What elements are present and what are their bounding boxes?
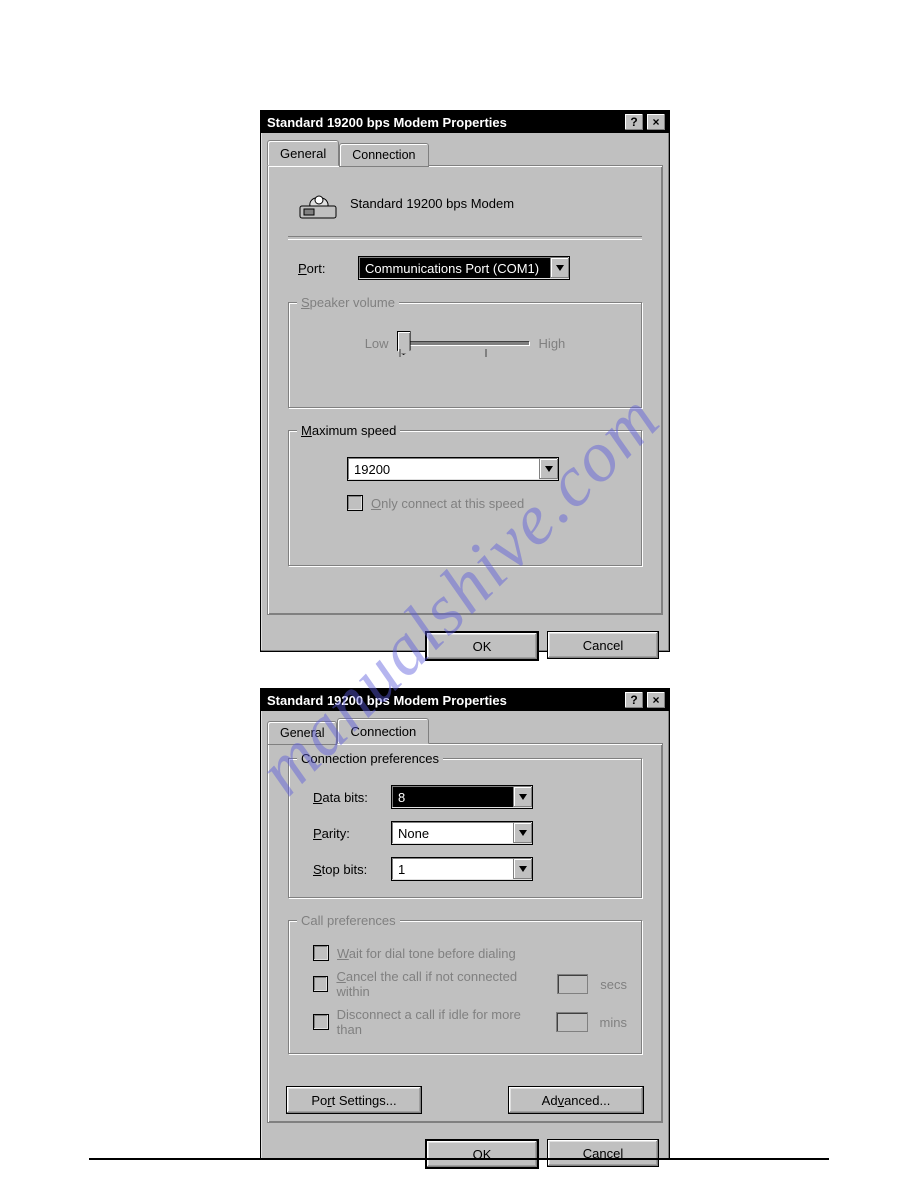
connection-preferences-legend: Connection preferences <box>297 751 443 766</box>
stop-bits-label: Stop bits: <box>313 862 383 877</box>
modem-properties-dialog-general: Standard 19200 bps Modem Properties ? × … <box>260 110 670 652</box>
data-bits-select[interactable]: 8 <box>391 785 533 809</box>
dropdown-button[interactable] <box>550 258 569 278</box>
port-select[interactable]: Communications Port (COM1) <box>358 256 570 280</box>
parity-select[interactable]: None <box>391 821 533 845</box>
slider-tick <box>399 349 401 357</box>
dropdown-button[interactable] <box>539 459 558 479</box>
tab-connection[interactable]: Connection <box>337 718 429 744</box>
dropdown-button[interactable] <box>513 823 532 843</box>
chevron-down-icon <box>519 866 527 872</box>
wait-dialtone-checkbox <box>313 945 329 961</box>
port-settings-button[interactable]: Port Settings... <box>286 1086 422 1114</box>
disconnect-idle-unit: mins <box>600 1015 627 1030</box>
close-button[interactable]: × <box>646 113 666 131</box>
only-connect-checkbox <box>347 495 363 511</box>
chevron-down-icon <box>519 830 527 836</box>
advanced-button[interactable]: Advanced... <box>508 1086 644 1114</box>
dialog-title: Standard 19200 bps Modem Properties <box>267 693 622 708</box>
tab-strip: General Connection <box>261 139 669 165</box>
modem-name-label: Standard 19200 bps Modem <box>350 196 514 211</box>
max-speed-select[interactable]: 19200 <box>347 457 559 481</box>
modem-icon <box>298 184 338 222</box>
wait-dialtone-label: Wait for dial tone before dialing <box>337 946 516 961</box>
help-button[interactable]: ? <box>624 691 644 709</box>
speaker-volume-legend: Speaker volume <box>297 295 399 310</box>
cancel-call-unit: secs <box>600 977 627 992</box>
max-speed-value: 19200 <box>348 462 539 477</box>
titlebar[interactable]: Standard 19200 bps Modem Properties ? × <box>261 111 669 133</box>
cancel-call-label: Cancel the call if not connected within <box>336 969 545 999</box>
only-connect-label: Only connect at this speed <box>371 496 524 511</box>
cancel-button[interactable]: Cancel <box>547 631 659 659</box>
call-preferences-group: Call preferences Wait for dial tone befo… <box>288 920 642 1054</box>
dialog-title: Standard 19200 bps Modem Properties <box>267 115 622 130</box>
tab-connection[interactable]: Connection <box>339 143 428 167</box>
chevron-down-icon <box>519 794 527 800</box>
dropdown-button[interactable] <box>513 787 532 807</box>
tab-strip: General Connection <box>261 717 669 743</box>
maximum-speed-legend: Maximum speed <box>297 423 400 438</box>
data-bits-label: Data bits: <box>313 790 383 805</box>
slider-tick <box>485 349 487 357</box>
disconnect-idle-checkbox <box>313 1014 329 1030</box>
disconnect-idle-label: Disconnect a call if idle for more than <box>337 1007 545 1037</box>
titlebar[interactable]: Standard 19200 bps Modem Properties ? × <box>261 689 669 711</box>
parity-value: None <box>392 826 513 841</box>
tab-panel-general: Standard 19200 bps Modem Port: Communica… <box>267 165 663 615</box>
data-bits-value: 8 <box>392 790 513 805</box>
chevron-down-icon <box>556 265 564 271</box>
cancel-call-seconds-input <box>557 974 588 994</box>
help-button[interactable]: ? <box>624 113 644 131</box>
port-select-value: Communications Port (COM1) <box>359 261 550 276</box>
parity-label: Parity: <box>313 826 383 841</box>
speaker-volume-slider <box>399 341 529 345</box>
port-label: Port: <box>298 261 358 276</box>
close-icon: × <box>652 694 659 706</box>
page-footer-rule <box>89 1158 829 1160</box>
tab-general[interactable]: General <box>267 721 337 745</box>
close-button[interactable]: × <box>646 691 666 709</box>
slider-low-label: Low <box>365 336 389 351</box>
stop-bits-select[interactable]: 1 <box>391 857 533 881</box>
cancel-button[interactable]: Cancel <box>547 1139 659 1167</box>
speaker-volume-group: Speaker volume Low High <box>288 302 642 408</box>
stop-bits-value: 1 <box>392 862 513 877</box>
cancel-call-checkbox <box>313 976 328 992</box>
call-preferences-legend: Call preferences <box>297 913 400 928</box>
disconnect-idle-minutes-input <box>556 1012 587 1032</box>
help-icon: ? <box>630 116 637 128</box>
connection-preferences-group: Connection preferences Data bits: 8 Pari… <box>288 758 642 898</box>
ok-button[interactable]: OK <box>425 631 539 661</box>
help-icon: ? <box>630 694 637 706</box>
tab-panel-connection: Connection preferences Data bits: 8 Pari… <box>267 743 663 1123</box>
maximum-speed-group: Maximum speed 19200 Only connect at this… <box>288 430 642 566</box>
chevron-down-icon <box>545 466 553 472</box>
slider-high-label: High <box>539 336 566 351</box>
tab-general[interactable]: General <box>267 140 339 166</box>
close-icon: × <box>652 116 659 128</box>
modem-properties-dialog-connection: Standard 19200 bps Modem Properties ? × … <box>260 688 670 1160</box>
dropdown-button[interactable] <box>513 859 532 879</box>
ok-button[interactable]: OK <box>425 1139 539 1169</box>
